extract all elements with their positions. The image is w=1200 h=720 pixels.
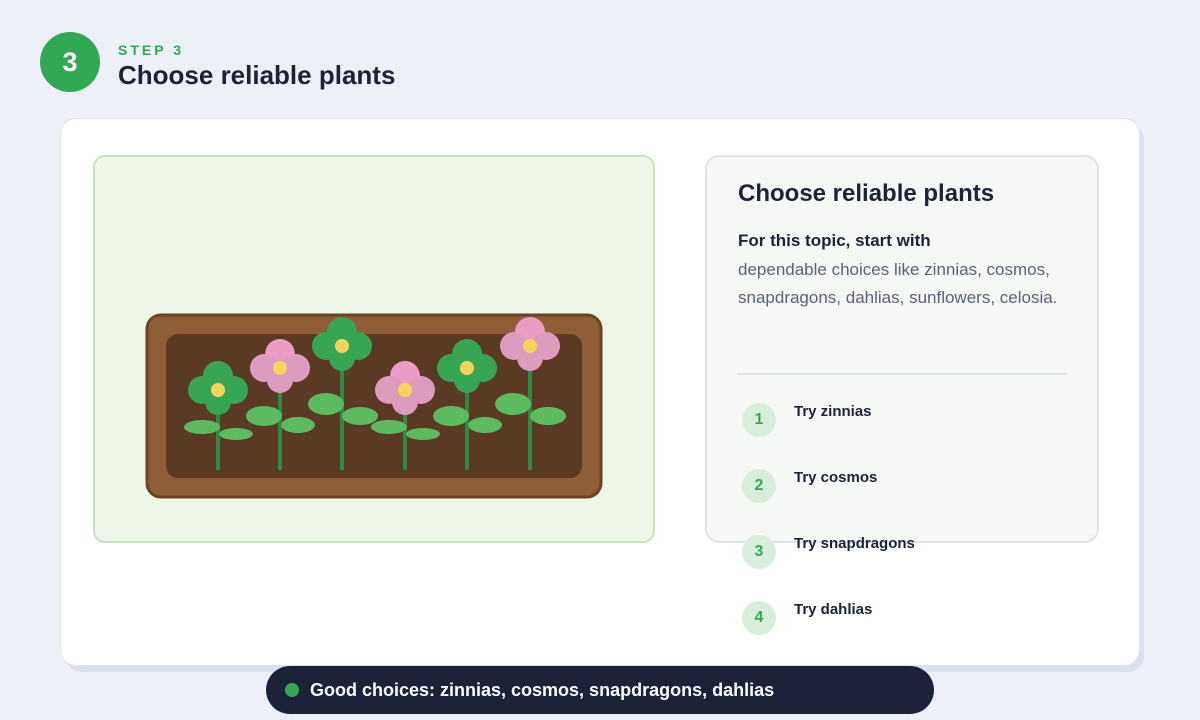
summary-text: Good choices: zinnias, cosmos, snapdrago… [310, 679, 775, 700]
item-number-badge: 4 [742, 601, 776, 635]
list-item: 3 Try snapdragons [742, 535, 1082, 569]
item-label: Try dahlias [794, 601, 873, 618]
summary-banner: Good choices: zinnias, cosmos, snapdrago… [266, 666, 934, 714]
info-title: Choose reliable plants [738, 180, 995, 207]
item-number-badge: 3 [742, 535, 776, 569]
list-item: 2 Try cosmos [742, 469, 1082, 503]
item-label: Try cosmos [794, 469, 878, 486]
info-body-text: dependable choices like zinnias, cosmos,… [738, 260, 1058, 307]
item-number-badge: 1 [742, 403, 776, 437]
list-item: 1 Try zinnias [742, 403, 1082, 437]
item-label: Try zinnias [794, 403, 872, 420]
item-label: Try snapdragons [794, 535, 915, 552]
divider [738, 373, 1067, 375]
list-item: 4 Try dahlias [742, 601, 1082, 635]
info-lead-text: For this topic, start with [738, 231, 931, 250]
page: 3 STEP 3 Choose reliable plants Choose r… [0, 0, 1200, 720]
item-number-badge: 2 [742, 469, 776, 503]
status-dot [285, 683, 299, 697]
